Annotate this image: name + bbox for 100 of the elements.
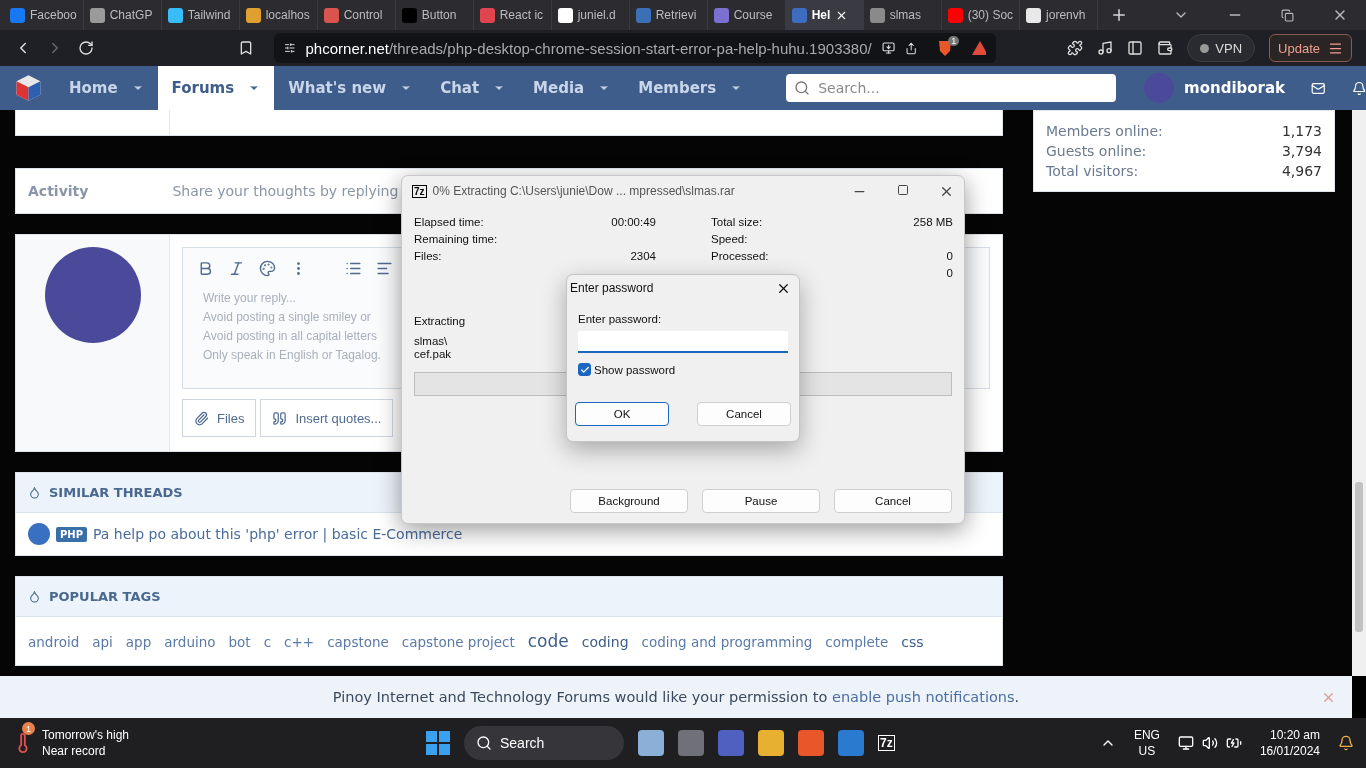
list-icon[interactable] [345, 260, 362, 277]
nav-tab[interactable]: Forums [157, 66, 275, 110]
field-value: 2304 [630, 250, 656, 262]
tag-link[interactable]: complete [825, 634, 889, 650]
status-label: Extracting [414, 315, 466, 327]
nav-tab[interactable]: Home [54, 66, 158, 110]
clock-time[interactable]: 10:20 am [1269, 728, 1320, 742]
notification-text: Pinoy Internet and Technology Forums would like your permission to enable push notifications. [332, 689, 1020, 705]
bookmark-icon[interactable] [238, 40, 254, 56]
panel-title: SIMILAR THREADS [49, 485, 183, 500]
language-text[interactable]: US [1138, 744, 1156, 758]
tag-link[interactable]: code [527, 631, 569, 651]
clock-date[interactable]: 16/01/2024 [1259, 744, 1320, 758]
weather-text[interactable]: Tomorrow's high [42, 728, 129, 742]
tag-link[interactable]: coding [581, 634, 629, 650]
prefix-tag[interactable]: PHP [56, 526, 88, 542]
checkbox[interactable] [578, 363, 591, 376]
user-name[interactable]: mondiborak [1184, 79, 1286, 97]
windows-icon[interactable] [426, 731, 450, 755]
tag-link[interactable]: android [28, 634, 80, 650]
reload-icon[interactable] [78, 40, 94, 56]
volume-icon[interactable] [1201, 735, 1218, 751]
dialog-button[interactable]: Cancel [834, 489, 952, 513]
nav-tab[interactable]: Chat [426, 66, 520, 110]
nav-tab[interactable]: Media [519, 66, 625, 110]
paperclip-icon[interactable] [194, 410, 209, 426]
tag-link[interactable]: bot [228, 634, 251, 650]
tag-link[interactable]: arduino [164, 634, 216, 650]
field-value: 0 [946, 267, 953, 279]
field-value: 258 MB [913, 216, 953, 228]
dialog-button[interactable]: Pause [702, 489, 820, 513]
count-badge: 1 [22, 722, 35, 735]
dialog-title: Enter password [570, 281, 654, 295]
field-label: Enter password: [578, 313, 663, 325]
tag-link[interactable]: c [263, 634, 272, 650]
sidebar-icon[interactable] [1127, 40, 1144, 56]
menu-icon[interactable] [1328, 40, 1343, 56]
maximize-icon[interactable] [897, 183, 909, 196]
field-label: Total size: [711, 216, 763, 228]
site-settings-icon[interactable] [284, 41, 296, 55]
password-field[interactable] [578, 331, 788, 353]
tag-link[interactable]: c++ [284, 634, 315, 650]
thread-link[interactable]: Pa help po about this 'php' error | basic E-Commerce [93, 526, 463, 542]
activity-text: Share your thoughts by replying [172, 183, 399, 199]
field-label: Files: [414, 250, 442, 262]
editor-button[interactable]: Files [182, 399, 257, 437]
file-path: cef.pak [414, 348, 452, 360]
taskbar-search[interactable]: Search [464, 726, 624, 760]
app-icon: 7z [412, 184, 427, 198]
language-text[interactable]: ENG [1133, 728, 1160, 742]
app-icon[interactable]: 7z [878, 735, 895, 751]
browser-tab[interactable]: Hel [785, 0, 864, 30]
reply-hint: Only speak in English or Tagalog. [203, 348, 381, 362]
stat-label: Members online: [1046, 123, 1163, 139]
drop-icon [28, 486, 41, 499]
align-icon[interactable] [376, 260, 393, 277]
monitor-icon[interactable] [1177, 735, 1194, 751]
field-value: 00:00:49 [611, 216, 656, 228]
editor-button[interactable]: Insert quotes... [260, 399, 394, 437]
checkbox-label[interactable]: Show password [594, 363, 676, 376]
notification-link[interactable]: enable push notifications [831, 689, 1015, 705]
address-field[interactable]: phcorner.net/threads/php-desktop-chrome-session-start-error-pa-help-huhu.1903380/ 1 [274, 33, 996, 63]
reply-hint: Write your reply... [203, 291, 296, 305]
stat-label: Total visitors: [1046, 163, 1139, 179]
search-field[interactable]: Search... [786, 74, 1117, 102]
scrollbar[interactable] [1352, 110, 1366, 676]
field-value: 0 [946, 250, 953, 262]
nav-tab[interactable]: What's new [274, 66, 427, 110]
tag-link[interactable]: api [92, 634, 113, 650]
dialog-button[interactable]: Cancel [697, 402, 791, 426]
weather-text[interactable]: Near record [42, 744, 129, 758]
quote-icon[interactable] [272, 410, 288, 426]
nav-tab[interactable]: Members [624, 66, 757, 110]
field-label: Processed: [711, 250, 769, 262]
share-icon[interactable] [904, 40, 918, 56]
italic-icon[interactable] [228, 260, 245, 277]
vpn-button[interactable]: VPN [1187, 34, 1256, 62]
search-icon[interactable] [476, 735, 492, 751]
tag-link[interactable]: capstone project [401, 634, 515, 650]
wallet-icon[interactable] [1157, 40, 1174, 56]
dialog-button[interactable]: OK [575, 402, 669, 426]
install-icon[interactable] [881, 40, 895, 56]
puzzle-icon[interactable] [1067, 40, 1084, 56]
battery-icon[interactable] [1225, 735, 1242, 751]
reply-hint: Avoid posting in all capital letters [203, 329, 377, 343]
bell-icon[interactable] [1351, 79, 1366, 97]
restore-icon[interactable] [1281, 8, 1294, 22]
bell-icon[interactable] [1338, 735, 1354, 751]
palette-icon[interactable] [259, 260, 276, 277]
tag-link[interactable]: capstone [327, 634, 389, 650]
tag-link[interactable]: coding and programming [641, 634, 813, 650]
music-icon[interactable] [1097, 40, 1114, 56]
stat-value: 4,967 [1281, 163, 1322, 179]
tag-link[interactable]: app [125, 634, 152, 650]
activity-label: Activity [28, 183, 89, 199]
tag-link[interactable]: css [901, 634, 924, 650]
window-title: 0% Extracting C:\Users\junie\Dow ... mpressed\slmas.rar [432, 184, 735, 198]
update-button[interactable]: Update [1269, 34, 1352, 62]
triangle-icon[interactable] [971, 40, 986, 56]
dialog-button[interactable]: Background [570, 489, 688, 513]
